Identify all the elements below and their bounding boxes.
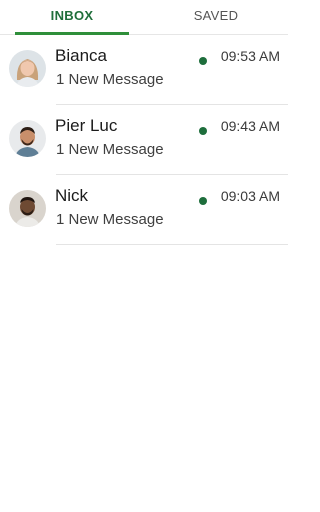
sender-name: Bianca bbox=[55, 46, 107, 65]
unread-dot-icon bbox=[199, 127, 207, 135]
unread-dot-icon bbox=[199, 197, 207, 205]
message-row-bianca[interactable]: Bianca 1 New Message 09:53 AM bbox=[0, 35, 288, 105]
avatar bbox=[9, 50, 46, 87]
message-preview: 1 New Message bbox=[56, 71, 164, 88]
row-divider bbox=[56, 244, 288, 245]
message-time: 09:03 AM bbox=[220, 188, 280, 204]
message-preview: 1 New Message bbox=[56, 211, 164, 228]
message-list: Bianca 1 New Message 09:53 AM Pier Luc 1… bbox=[0, 35, 288, 245]
avatar bbox=[9, 190, 46, 227]
sender-name: Pier Luc bbox=[55, 116, 118, 135]
avatar bbox=[9, 120, 46, 157]
tab-bar: INBOX SAVED bbox=[0, 0, 288, 35]
message-row-pier-luc[interactable]: Pier Luc 1 New Message 09:43 AM bbox=[0, 105, 288, 175]
inbox-screen: INBOX SAVED Bianca 1 New Message 09:53 A… bbox=[0, 0, 288, 512]
message-time: 09:53 AM bbox=[220, 48, 280, 64]
sender-name: Nick bbox=[55, 186, 89, 205]
tab-inbox[interactable]: INBOX bbox=[0, 0, 144, 34]
unread-dot-icon bbox=[199, 57, 207, 65]
tab-saved[interactable]: SAVED bbox=[144, 0, 288, 34]
message-time: 09:43 AM bbox=[220, 118, 280, 134]
message-preview: 1 New Message bbox=[56, 141, 164, 158]
message-row-nick[interactable]: Nick 1 New Message 09:03 AM bbox=[0, 175, 288, 245]
